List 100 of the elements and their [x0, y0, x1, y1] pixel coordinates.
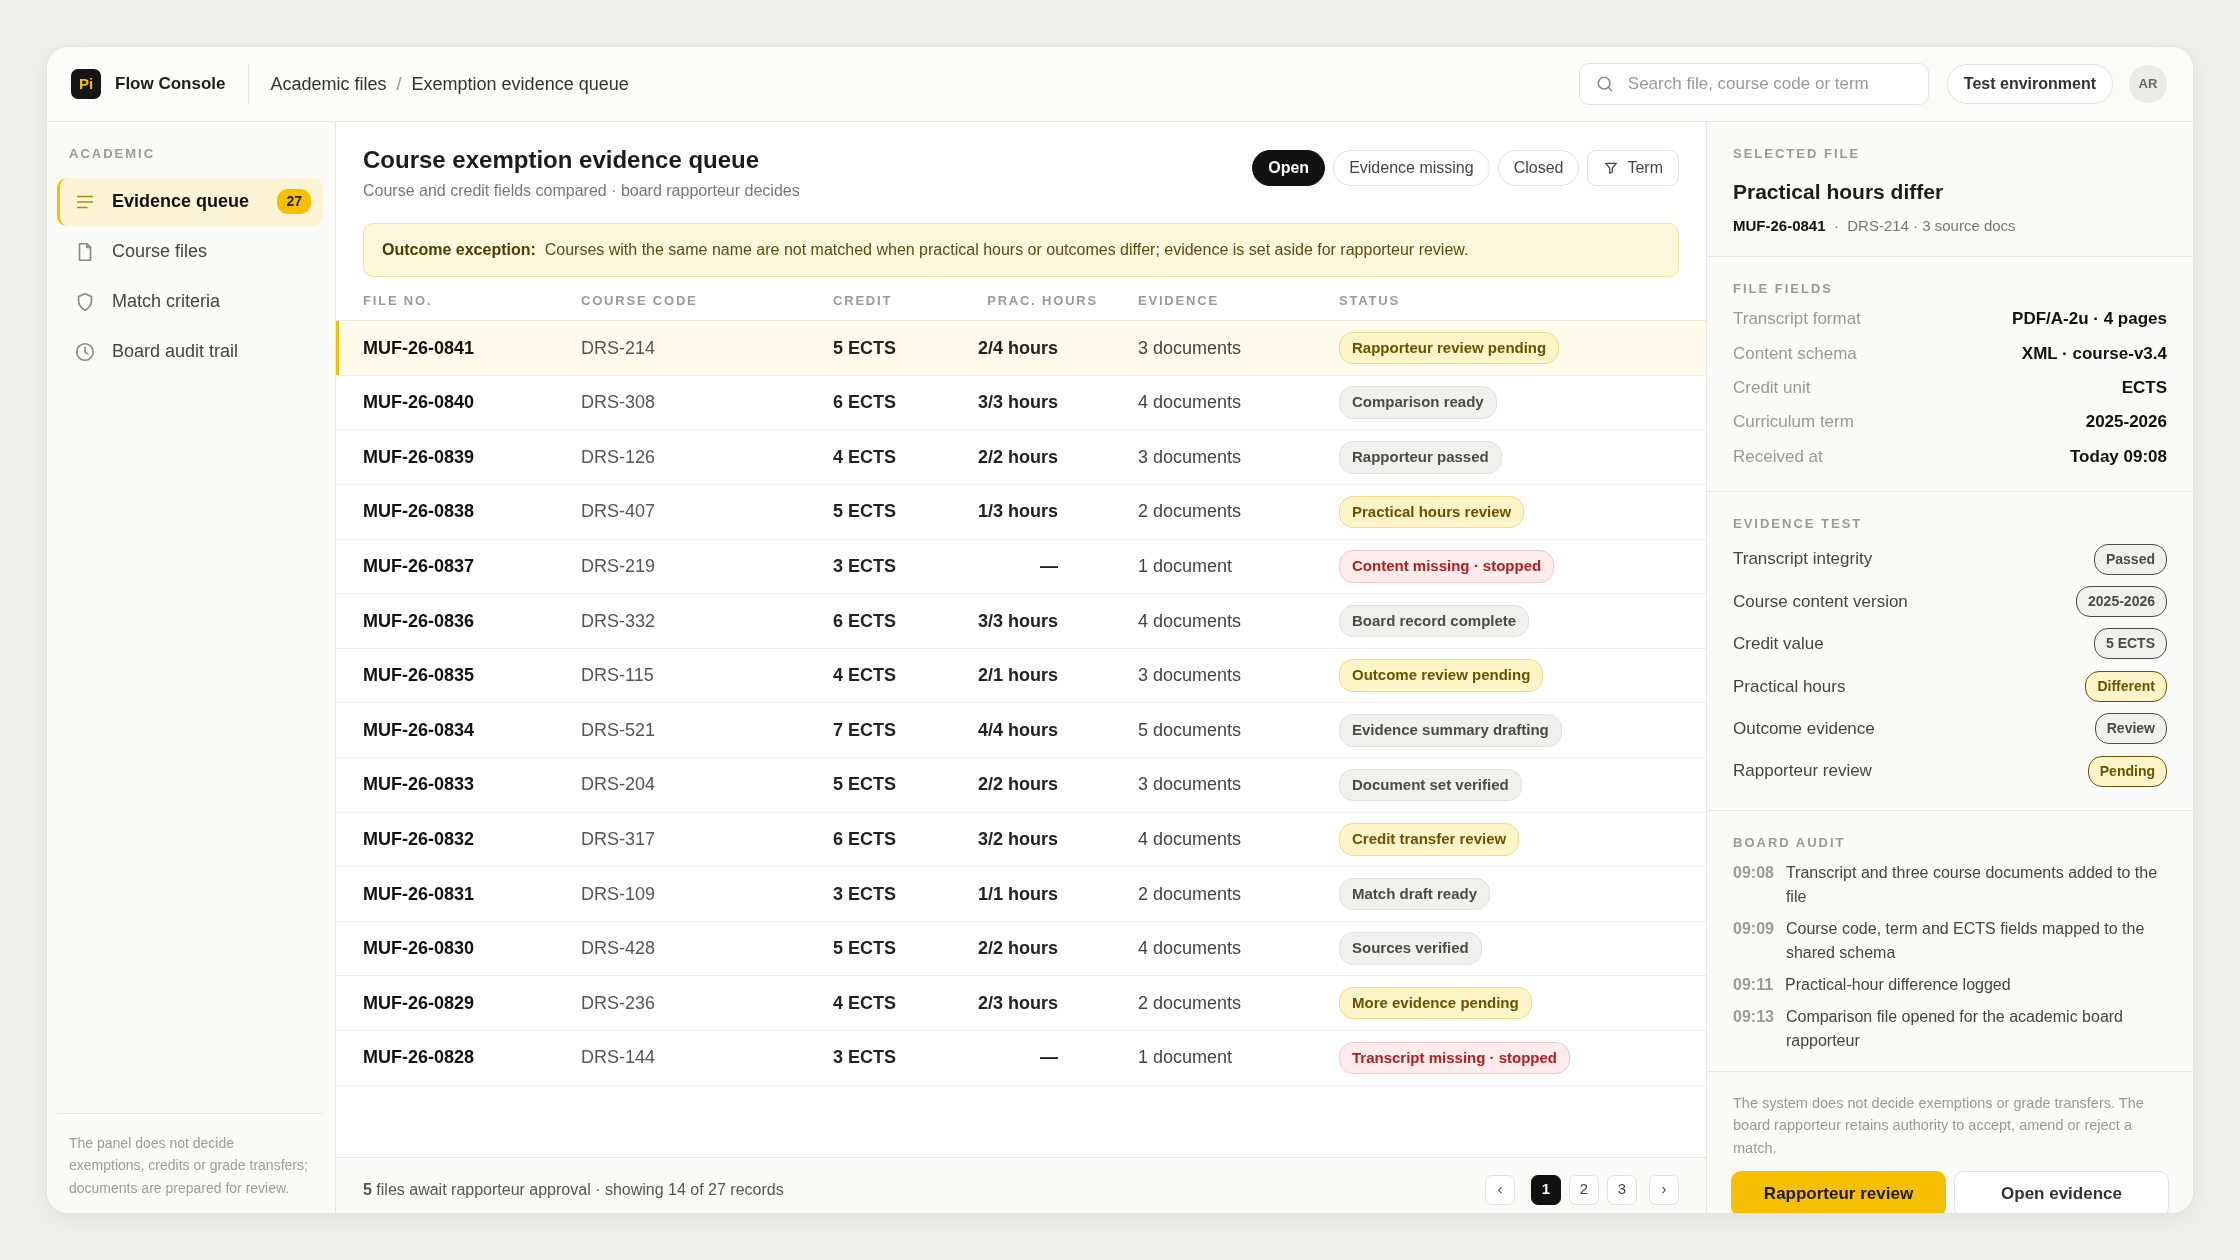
table-cell: 5 ECTS	[833, 774, 897, 795]
sidebar-item[interactable]: Course files	[57, 227, 323, 276]
table-row[interactable]: MUF-26-0834 DRS-521 7 ECTS 4/4 hours 5 documents Evidence summary drafting	[336, 702, 1706, 758]
table-cell: 4 ECTS	[833, 446, 897, 467]
table-cell: 4 ECTS	[833, 992, 897, 1013]
audit-time: 09:13	[1733, 1006, 1774, 1027]
table-row[interactable]: MUF-26-0836 DRS-332 6 ECTS 3/3 hours 4 documents Board record complete	[336, 593, 1706, 649]
table-cell: DRS-407	[581, 501, 656, 522]
detail-title: Practical hours differ	[1733, 178, 1945, 205]
table-row[interactable]: MUF-26-0838 DRS-407 5 ECTS 1/3 hours 2 documents Practical hours review	[336, 484, 1706, 540]
table-row[interactable]: MUF-26-0841 DRS-214 5 ECTS 2/4 hours 3 documents Rapporteur review pending	[336, 320, 1706, 376]
section-heading: ACADEMIC	[69, 145, 157, 163]
column-header: FILE NO.	[363, 292, 433, 308]
table-cell: MUF-26-0838	[363, 501, 475, 522]
table-cell: 1 document	[1138, 555, 1233, 576]
table-row[interactable]: MUF-26-0835 DRS-115 4 ECTS 2/1 hours 3 documents Outcome review pending	[336, 648, 1706, 703]
table-cell-text: —	[1040, 1047, 1059, 1068]
field-value: 2025-2026	[2085, 411, 2167, 434]
sidebar-item[interactable]: Board audit trail	[57, 327, 323, 376]
table-row[interactable]: MUF-26-0837 DRS-219 3 ECTS — 1 document Content missing · stopped	[336, 539, 1706, 594]
status-badge: Rapporteur passed	[1339, 441, 1502, 474]
table-cell: DRS-126	[581, 446, 656, 467]
clock-icon	[74, 340, 96, 363]
table-cell: 3 ECTS	[833, 555, 897, 576]
column-header: EVIDENCE	[1138, 292, 1219, 308]
filter-chip[interactable]: Open	[1252, 150, 1326, 186]
status-badge: Comparison ready	[1339, 386, 1497, 419]
field-value: PDF/A-2u · 4 pages	[2012, 308, 2167, 331]
table-row[interactable]: MUF-26-0840 DRS-308 6 ECTS 3/3 hours 4 documents Comparison ready	[336, 375, 1706, 430]
table-cell: DRS-332	[581, 610, 656, 631]
table-cell: MUF-26-0834	[363, 719, 475, 740]
sidebar-item[interactable]: Match criteria	[57, 277, 323, 326]
status-badge: Evidence summary drafting	[1339, 714, 1562, 747]
table-cell-text: 4/4 hours	[977, 719, 1059, 740]
sidebar-item[interactable]: Evidence queue 27	[57, 177, 323, 226]
table-cell-text: 2/1 hours	[977, 665, 1059, 686]
field-label: Content schema	[1733, 342, 1857, 365]
sidebar-note: The panel does not decide exemptions, credits or grade transfers; documents are prepared for review.	[57, 1113, 323, 1200]
field-label: Transcript format	[1733, 308, 1861, 331]
test-label: Practical hours	[1733, 675, 1846, 698]
table-row[interactable]: MUF-26-0833 DRS-204 5 ECTS 2/2 hours 3 documents Document set verified	[336, 757, 1706, 813]
audit-entry: Practical-hour difference logged	[1785, 974, 2011, 995]
user-avatar[interactable]: AR	[2129, 65, 2167, 103]
table-cell: DRS-204	[581, 774, 656, 795]
filter-button[interactable]: Term	[1587, 150, 1679, 186]
breadcrumb-item[interactable]: Academic files	[270, 70, 387, 98]
table-cell: MUF-26-0830	[363, 938, 475, 959]
table-cell-text: 2/3 hours	[977, 992, 1059, 1013]
search-field[interactable]: Search file, course code or term	[1578, 63, 1929, 105]
status-badge: Document set verified	[1339, 768, 1522, 802]
section-heading: BOARD AUDIT	[1733, 834, 1847, 853]
table-cell: MUF-26-0839	[363, 446, 475, 467]
test-result-badge: 2025-2026	[2076, 586, 2167, 618]
page-button[interactable]: 3	[1607, 1174, 1637, 1205]
app-name: Flow Console	[115, 73, 226, 96]
table-cell-text: —	[1040, 555, 1059, 576]
status-badge: Credit transfer review	[1339, 823, 1520, 856]
table-cell: MUF-26-0835	[363, 665, 475, 686]
table-cell: DRS-308	[581, 392, 656, 413]
field-label: Credit unit	[1733, 377, 1811, 399]
table-row[interactable]: MUF-26-0830 DRS-428 5 ECTS 2/2 hours 4 documents Sources verified	[336, 921, 1706, 976]
test-result-badge: Review	[2094, 713, 2167, 745]
table-row[interactable]: MUF-26-0829 DRS-236 4 ECTS 2/3 hours 2 documents More evidence pending	[336, 975, 1706, 1031]
section-heading: SELECTED FILE	[1733, 145, 1862, 163]
audit-time: 09:09	[1733, 918, 1774, 939]
table-cell-text: 2/4 hours	[977, 337, 1059, 358]
field-value: XML · course-v3.4	[2021, 342, 2167, 365]
table-row[interactable]: MUF-26-0828 DRS-144 3 ECTS — 1 document Transcript missing · stopped	[336, 1030, 1706, 1086]
audit-time: 09:08	[1733, 862, 1774, 883]
status-badge: Outcome review pending	[1339, 659, 1544, 692]
field-label: Curriculum term	[1733, 411, 1854, 434]
status-badge: Transcript missing · stopped	[1339, 1041, 1571, 1075]
table-cell: MUF-26-0831	[363, 883, 475, 904]
count-badge: 27	[277, 189, 311, 214]
table-cell: DRS-521	[581, 719, 656, 740]
table-cell-text: 1/1 hours	[977, 883, 1059, 904]
environment-button[interactable]: Test environment	[1946, 64, 2113, 104]
filter-chip[interactable]: Closed	[1497, 150, 1580, 186]
table-row[interactable]: MUF-26-0831 DRS-109 3 ECTS 1/1 hours 2 documents Match draft ready	[336, 866, 1706, 922]
audit-entry: Transcript and three course documents added to the file	[1785, 862, 2159, 907]
page-button[interactable]: 2	[1569, 1174, 1599, 1205]
test-result-badge: Passed	[2093, 543, 2167, 575]
page-button[interactable]: 1	[1531, 1174, 1561, 1205]
open-evidence-button[interactable]: Open evidence	[1954, 1171, 2169, 1213]
table-cell: 3 documents	[1138, 337, 1242, 358]
table-cell-text: 2/2 hours	[977, 446, 1059, 467]
filter-chip[interactable]: Evidence missing	[1333, 150, 1490, 186]
table-cell: 6 ECTS	[833, 828, 897, 849]
table-row[interactable]: MUF-26-0832 DRS-317 6 ECTS 3/2 hours 4 documents Credit transfer review	[336, 812, 1706, 867]
table-cell: 5 ECTS	[833, 501, 897, 522]
review-button[interactable]: Rapporteur review	[1731, 1171, 1946, 1213]
section-heading: EVIDENCE TEST	[1733, 515, 1864, 534]
test-label: Transcript integrity	[1733, 548, 1873, 571]
test-result-badge: Pending	[2087, 755, 2167, 787]
status-badge: Match draft ready	[1339, 877, 1491, 911]
table-cell-text: 3/3 hours	[977, 610, 1059, 631]
table-cell-text: 3/2 hours	[977, 828, 1059, 849]
table-cell: DRS-214	[581, 337, 656, 358]
table-row[interactable]: MUF-26-0839 DRS-126 4 ECTS 2/2 hours 3 documents Rapporteur passed	[336, 430, 1706, 485]
page-subtitle: Course and credit fields compared · board rapporteur decides	[363, 180, 800, 201]
